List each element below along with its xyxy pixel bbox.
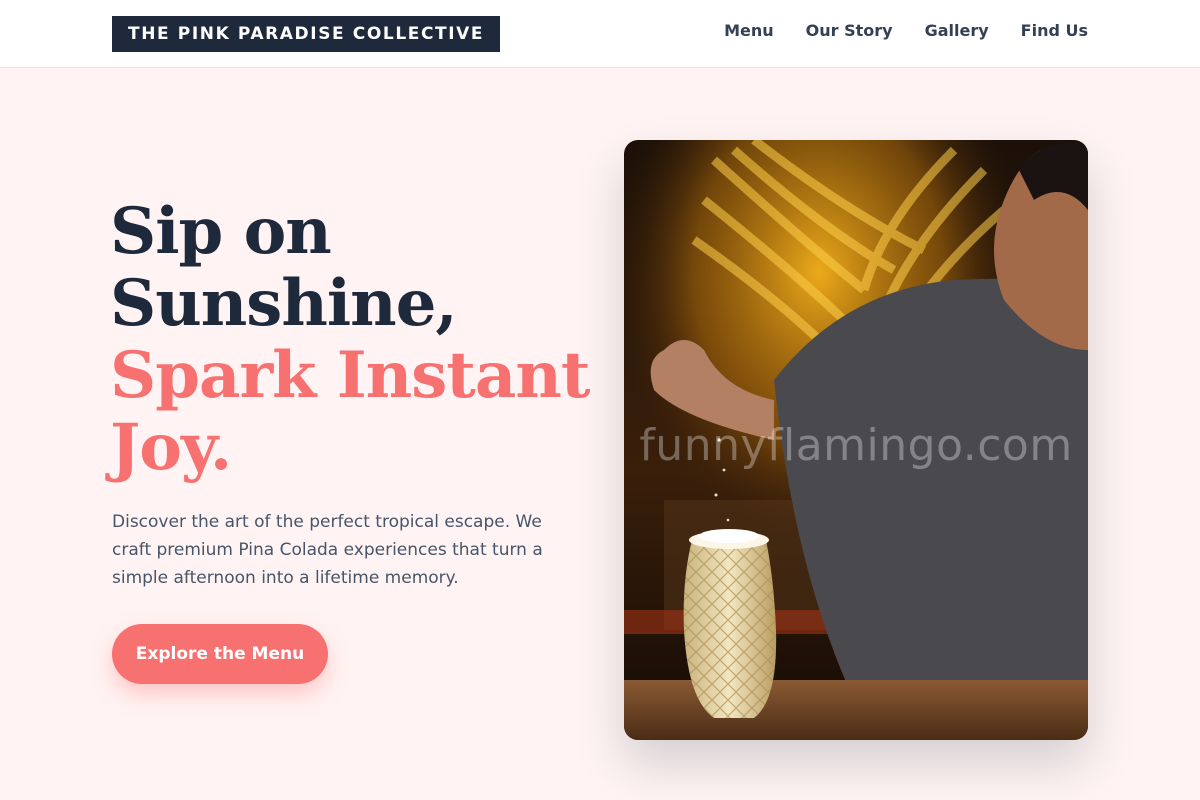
hero-title-line-2: Sunshine,	[110, 266, 458, 341]
hero-title: Sip on Sunshine, Spark Instant Joy.	[110, 196, 590, 484]
nav-link-gallery[interactable]: Gallery	[925, 21, 989, 40]
image-watermark: funnyflamingo.com	[639, 420, 1073, 471]
nav-link-menu[interactable]: Menu	[724, 21, 774, 40]
hero-image: funnyflamingo.com	[624, 140, 1088, 740]
hero-title-line-1: Sip on	[110, 194, 332, 269]
brand-logo[interactable]: THE PINK PARADISE COLLECTIVE	[112, 16, 501, 52]
explore-menu-button[interactable]: Explore the Menu	[112, 624, 328, 684]
top-navigation-bar: THE PINK PARADISE COLLECTIVE Menu Our St…	[0, 0, 1200, 68]
main-nav: Menu Our Story Gallery Find Us	[724, 21, 1088, 40]
nav-link-our-story[interactable]: Our Story	[806, 21, 893, 40]
hero-title-line-3: Spark Instant	[110, 338, 590, 413]
hero-description: Discover the art of the perfect tropical…	[112, 512, 543, 588]
nav-link-find-us[interactable]: Find Us	[1021, 21, 1088, 40]
hero-title-line-4: Joy.	[110, 410, 232, 485]
